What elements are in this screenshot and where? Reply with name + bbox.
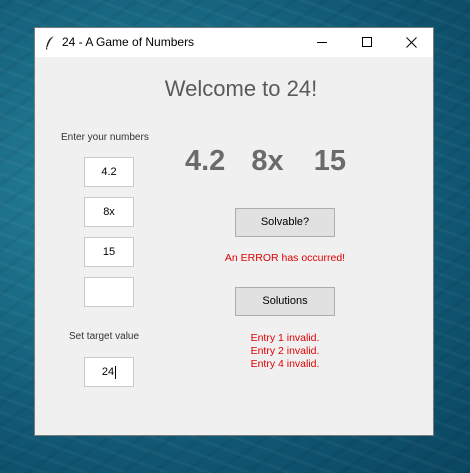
- invalid-entries-list: Entry 1 invalid. Entry 2 invalid. Entry …: [227, 332, 343, 371]
- solutions-button[interactable]: Solutions: [235, 287, 335, 316]
- display-number-3: 15: [313, 145, 346, 177]
- number-entry-1[interactable]: 4.2: [84, 157, 134, 187]
- welcome-heading: Welcome to 24!: [164, 76, 318, 101]
- numbers-display: 4.2 8x 15: [185, 145, 346, 178]
- feather-icon: [46, 35, 55, 50]
- close-button[interactable]: [389, 28, 435, 57]
- close-icon: [406, 37, 417, 48]
- invalid-entry-message: Entry 4 invalid.: [250, 358, 320, 370]
- minimize-button[interactable]: [300, 28, 346, 57]
- solvable-button[interactable]: Solvable?: [235, 208, 335, 237]
- number-entry-2[interactable]: 8x: [84, 197, 134, 227]
- invalid-entry-message: Entry 2 invalid.: [250, 345, 320, 357]
- minimize-icon: [317, 42, 327, 43]
- maximize-icon: [362, 37, 372, 47]
- invalid-entry-message: Entry 1 invalid.: [250, 332, 320, 344]
- number-entry-3[interactable]: 15: [84, 237, 134, 267]
- maximize-button[interactable]: [345, 28, 391, 57]
- app-window: 24 - A Game of Numbers Welcome to 24! En…: [34, 27, 434, 436]
- enter-numbers-label: Enter your numbers: [61, 132, 149, 143]
- window-title: 24 - A Game of Numbers: [62, 35, 195, 49]
- number-entry-4[interactable]: [84, 277, 134, 307]
- target-entry[interactable]: 24: [84, 357, 134, 387]
- target-value: 24: [101, 366, 115, 378]
- display-number-1: 4.2: [185, 145, 226, 177]
- target-label: Set target value: [69, 331, 140, 342]
- title-bar[interactable]: 24 - A Game of Numbers: [35, 28, 433, 57]
- text-cursor: [115, 365, 117, 379]
- display-number-2: 8x: [251, 145, 284, 177]
- error-message: An ERROR has occurred!: [224, 252, 346, 264]
